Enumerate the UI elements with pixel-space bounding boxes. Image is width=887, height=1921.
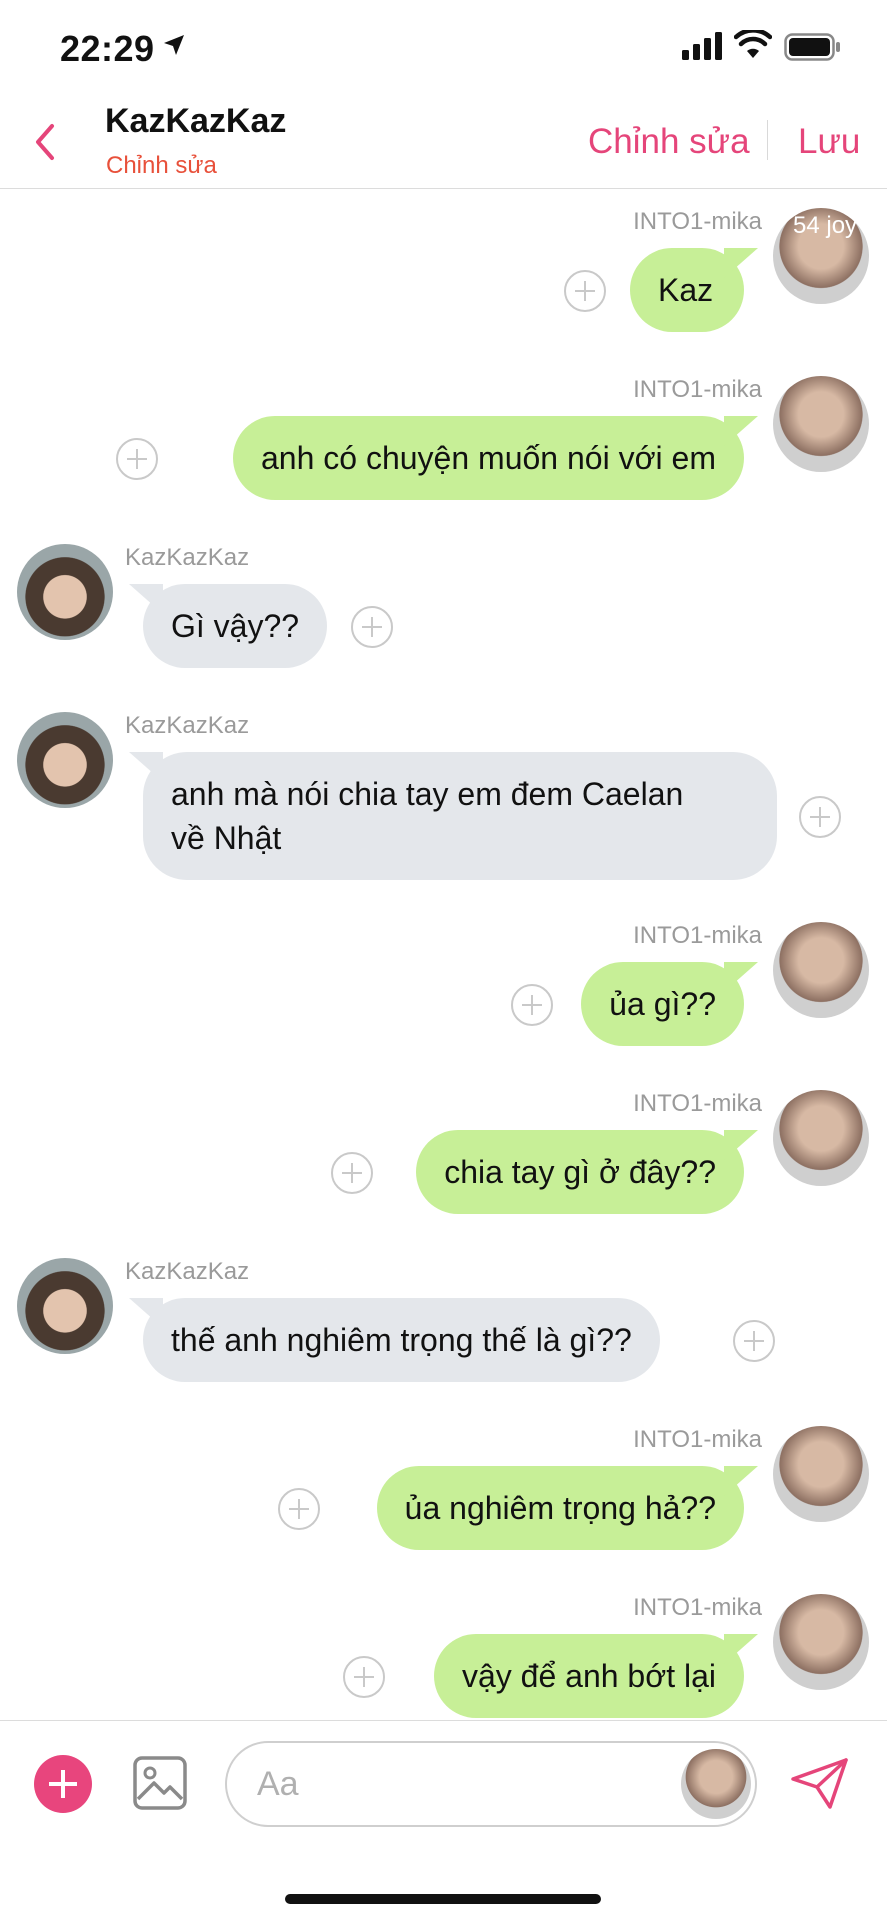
sender-name: INTO1-mika: [633, 922, 762, 949]
message-bubble[interactable]: Gì vậy??: [143, 584, 328, 668]
signal-icon: [682, 32, 722, 60]
sender-name: KazKazKaz: [125, 1258, 250, 1285]
avatar[interactable]: [681, 1749, 751, 1819]
chat-title: KazKazKaz: [105, 102, 287, 140]
image-icon[interactable]: [132, 1755, 188, 1811]
header-divider: [767, 120, 768, 160]
message-bubble[interactable]: vậy để anh bớt lại: [433, 1634, 744, 1718]
status-time: 22:29: [60, 28, 155, 69]
wifi-icon: [734, 30, 772, 58]
chat-header: KazKazKaz Chỉnh sửa Chỉnh sửa Lưu: [0, 96, 887, 189]
message-input-wrapper[interactable]: [225, 1741, 757, 1827]
avatar[interactable]: [773, 922, 869, 1018]
plus-circle-icon[interactable]: [278, 1488, 320, 1530]
location-arrow-icon: [164, 35, 184, 55]
chat-subtitle-edit-link[interactable]: Chỉnh sửa: [106, 152, 217, 180]
sender-name: INTO1-mika: [633, 208, 762, 235]
avatar[interactable]: [773, 1594, 869, 1690]
message-bubble[interactable]: ủa nghiêm trọng hả??: [376, 1466, 744, 1550]
message-bubble[interactable]: ủa gì??: [581, 962, 744, 1046]
avatar[interactable]: [17, 712, 113, 808]
plus-circle-icon[interactable]: [511, 984, 553, 1026]
plus-circle-icon[interactable]: [116, 438, 158, 480]
avatar[interactable]: [773, 376, 869, 472]
avatar[interactable]: [773, 1426, 869, 1522]
home-indicator: [285, 1894, 601, 1904]
message-bubble[interactable]: anh mà nói chia tay em đem Caelan về Nhậ…: [143, 752, 777, 880]
plus-circle-icon[interactable]: [564, 270, 606, 312]
sender-name: INTO1-mika: [633, 376, 762, 403]
message-bubble[interactable]: thế anh nghiêm trọng thế là gì??: [143, 1298, 660, 1382]
sender-name: INTO1-mika: [633, 1090, 762, 1117]
avatar[interactable]: [17, 1258, 113, 1354]
plus-circle-icon[interactable]: [343, 1656, 385, 1698]
plus-circle-icon[interactable]: [331, 1152, 373, 1194]
composer-bar: [0, 1720, 887, 1921]
plus-circle-icon[interactable]: [799, 796, 841, 838]
message-input[interactable]: [255, 1755, 639, 1813]
avatar[interactable]: [773, 1090, 869, 1186]
back-chevron-icon[interactable]: [30, 120, 60, 164]
battery-icon: [784, 33, 840, 61]
avatar[interactable]: [17, 544, 113, 640]
message-bubble[interactable]: Kaz: [630, 248, 744, 332]
status-bar: 22:29: [0, 0, 887, 96]
message-bubble[interactable]: anh có chuyện muốn nói với em: [232, 416, 744, 500]
message-bubble[interactable]: chia tay gì ở đây??: [416, 1130, 744, 1214]
sender-name: INTO1-mika: [633, 1594, 762, 1621]
add-button[interactable]: [34, 1755, 92, 1813]
timer-badge: 54 joy: [793, 212, 858, 239]
edit-button[interactable]: Chỉnh sửa: [588, 122, 750, 162]
plus-circle-icon[interactable]: [351, 606, 393, 648]
sender-name: KazKazKaz: [125, 544, 250, 571]
sender-name: KazKazKaz: [125, 712, 250, 739]
save-button[interactable]: Lưu: [798, 122, 860, 162]
plus-circle-icon[interactable]: [733, 1320, 775, 1362]
sender-name: INTO1-mika: [633, 1426, 762, 1453]
send-icon[interactable]: [790, 1757, 850, 1811]
